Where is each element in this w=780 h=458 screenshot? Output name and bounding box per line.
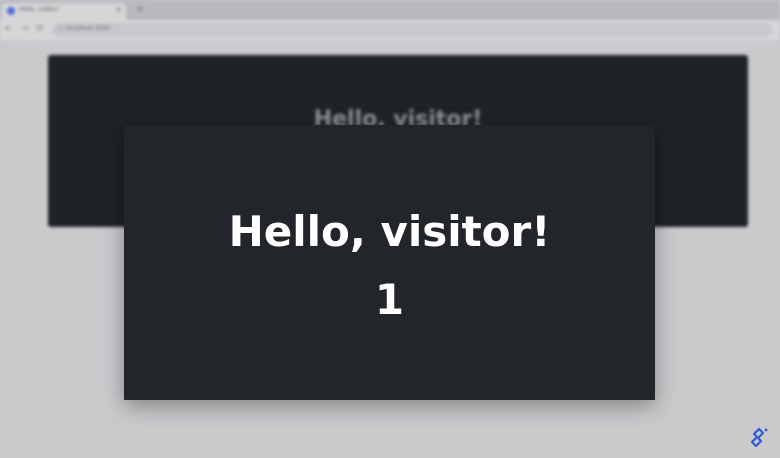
forward-button[interactable]: →	[21, 24, 29, 34]
favicon-icon	[7, 7, 15, 15]
browser-toolbar: ← → ⟳ ⓘ localhost:3000	[0, 20, 780, 40]
greeting-title: Hello, visitor!	[228, 207, 551, 256]
close-tab-icon[interactable]: ×	[115, 5, 122, 14]
new-tab-button[interactable]: +	[136, 4, 144, 15]
toptal-logo-icon	[750, 427, 768, 448]
tab-bar: Hello, visitor! × +	[0, 0, 780, 20]
info-icon: ⓘ	[57, 26, 64, 34]
address-bar[interactable]: ⓘ localhost:3000	[52, 23, 772, 37]
visitor-count: 1	[374, 275, 405, 324]
screenshot-stage: Hello, visitor! × + ← → ⟳ ⓘ localhost:30…	[0, 0, 780, 458]
address-text: localhost:3000	[66, 25, 111, 32]
tab-title: Hello, visitor!	[19, 6, 59, 13]
browser-tab[interactable]: Hello, visitor! ×	[2, 3, 126, 20]
back-button[interactable]: ←	[5, 24, 13, 34]
greeting-card: Hello, visitor! 1	[124, 125, 655, 400]
reload-button[interactable]: ⟳	[36, 24, 44, 34]
